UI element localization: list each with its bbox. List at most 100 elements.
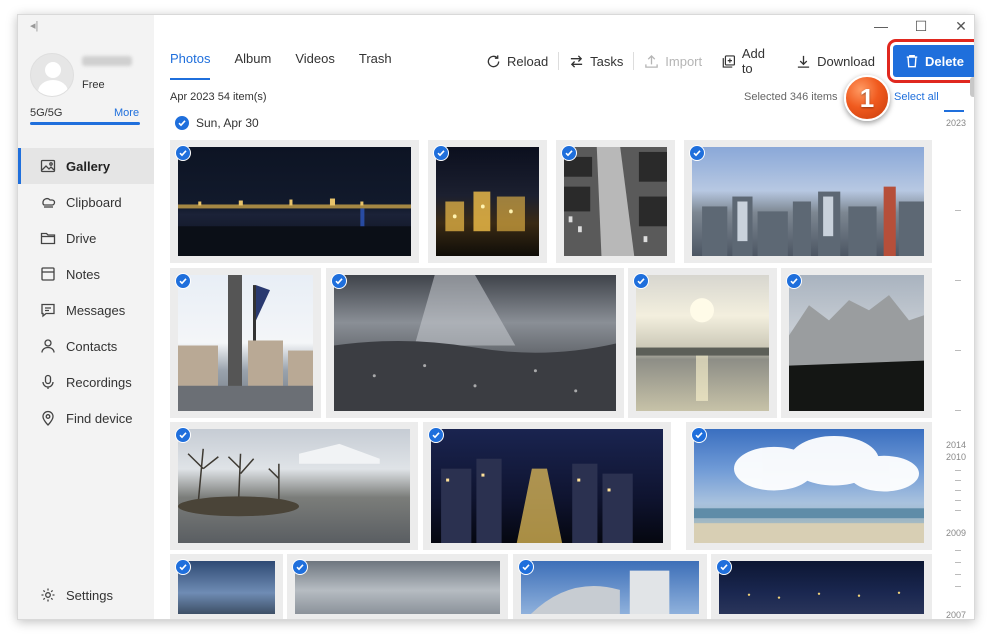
checkmark-icon[interactable] (633, 273, 649, 289)
photo-thumbnail[interactable] (711, 554, 932, 619)
sidebar-nav: Gallery Clipboard Drive Notes Messages C… (18, 148, 154, 436)
plan-label: Free (82, 79, 105, 91)
timeline-tick (955, 500, 961, 501)
checkmark-icon[interactable] (716, 559, 732, 575)
sidebar-item-drive[interactable]: Drive (18, 220, 154, 256)
clipboard-icon (40, 194, 56, 210)
checkmark-icon[interactable] (691, 427, 707, 443)
photo-thumbnail[interactable] (287, 554, 508, 619)
minimize-icon[interactable]: — (874, 19, 888, 33)
close-icon[interactable]: ✕ (954, 19, 968, 33)
selected-count: Selected 346 items (744, 91, 838, 103)
photo-thumbnail[interactable] (686, 422, 932, 550)
message-icon (40, 302, 56, 318)
photo-thumbnail[interactable] (423, 422, 671, 550)
photo-thumbnail[interactable] (326, 268, 624, 418)
timeline-year[interactable]: 2023 (946, 118, 966, 128)
tab-photos[interactable]: Photos (170, 51, 211, 80)
photo-thumbnail[interactable] (170, 268, 321, 418)
sidebar-item-clipboard[interactable]: Clipboard (18, 184, 154, 220)
timeline-cursor[interactable] (944, 110, 964, 112)
collapse-sidebar-icon[interactable]: ◂| (30, 19, 44, 33)
timeline-tick (955, 410, 961, 411)
checkmark-icon[interactable] (174, 115, 190, 131)
sidebar-item-label: Notes (66, 266, 100, 282)
sidebar-item-label: Contacts (66, 338, 118, 354)
timeline-year[interactable]: 2010 (946, 452, 966, 462)
photo-thumbnail[interactable] (628, 268, 777, 418)
photo-thumbnail[interactable] (428, 140, 547, 263)
tab-album[interactable]: Album (234, 51, 271, 80)
sidebar-item-recordings[interactable]: Recordings (18, 364, 154, 400)
tab-trash[interactable]: Trash (359, 51, 392, 80)
reload-label: Reload (507, 53, 549, 69)
add-to-button[interactable]: Add to (712, 46, 786, 76)
checkmark-icon[interactable] (331, 273, 347, 289)
date-group-header[interactable]: Sun, Apr 30 (174, 115, 259, 131)
location-icon (40, 410, 56, 426)
sidebar-item-find-device[interactable]: Find device (18, 400, 154, 436)
sidebar: ◂| Free 5G/5G More Gallery Clipboard Dri… (18, 15, 154, 619)
sidebar-item-notes[interactable]: Notes (18, 256, 154, 292)
checkmark-icon[interactable] (428, 427, 444, 443)
select-all-link[interactable]: Select all (894, 91, 939, 103)
app-window: ◂| Free 5G/5G More Gallery Clipboard Dri… (17, 14, 975, 620)
photo-thumbnail[interactable] (781, 268, 932, 418)
checkmark-icon[interactable] (292, 559, 308, 575)
photo-thumbnail[interactable] (513, 554, 707, 619)
import-button[interactable]: Import (634, 49, 712, 73)
sidebar-item-label: Drive (66, 230, 97, 246)
sidebar-item-gallery[interactable]: Gallery (18, 148, 154, 184)
timeline-scrubber[interactable]: 2023 2014 2010 2009 2007 (944, 110, 974, 619)
photo-thumbnail[interactable] (170, 422, 418, 550)
checkmark-icon[interactable] (689, 145, 705, 161)
photo-thumbnail[interactable] (556, 140, 675, 263)
storage-more-link[interactable]: More (114, 107, 139, 119)
timeline-year[interactable]: 2014 (946, 440, 966, 450)
checkmark-icon[interactable] (433, 145, 449, 161)
checkmark-icon[interactable] (175, 427, 191, 443)
sidebar-item-messages[interactable]: Messages (18, 292, 154, 328)
checkmark-icon[interactable] (175, 273, 191, 289)
delete-button[interactable]: Delete (886, 39, 974, 83)
timeline-tick (955, 280, 961, 281)
storage-bar (30, 122, 140, 125)
avatar[interactable] (30, 53, 74, 97)
tasks-button[interactable]: Tasks (559, 49, 633, 73)
timeline-tick (955, 586, 961, 587)
storage-label: 5G/5G (30, 107, 63, 119)
reload-button[interactable]: Reload (476, 49, 558, 73)
photo-thumbnail[interactable] (684, 140, 932, 263)
sidebar-item-contacts[interactable]: Contacts (18, 328, 154, 364)
add-to-label: Add to (741, 46, 765, 76)
date-group-label: Sun, Apr 30 (196, 116, 259, 130)
photo-thumbnail[interactable] (170, 554, 283, 619)
sidebar-item-settings[interactable]: Settings (18, 581, 154, 609)
import-label: Import (665, 53, 703, 69)
sidebar-item-label: Clipboard (66, 194, 122, 210)
gear-icon (40, 587, 56, 603)
checkmark-icon[interactable] (175, 145, 191, 161)
toolbar: Reload Tasks Import Add to Download Dele… (476, 39, 974, 83)
timeline-year[interactable]: 2007 (946, 610, 966, 619)
step-number-badge: 1 (844, 75, 890, 121)
microphone-icon (40, 374, 56, 390)
content-tabs: Photos Album Videos Trash (170, 51, 392, 80)
timeline-tick (955, 350, 961, 351)
photo-thumbnail[interactable] (170, 140, 419, 263)
scrollbar-thumb[interactable] (970, 77, 974, 97)
download-button[interactable]: Download (786, 49, 885, 73)
maximize-icon[interactable]: ☐ (914, 19, 928, 33)
tab-videos[interactable]: Videos (295, 51, 335, 80)
checkmark-icon[interactable] (561, 145, 577, 161)
timeline-year[interactable]: 2009 (946, 528, 966, 538)
checkmark-icon[interactable] (175, 559, 191, 575)
month-summary: Apr 2023 54 item(s) (170, 91, 267, 103)
sidebar-item-label: Recordings (66, 374, 132, 390)
gallery-icon (40, 158, 56, 174)
checkmark-icon[interactable] (786, 273, 802, 289)
timeline-tick (955, 490, 961, 491)
checkmark-icon[interactable] (518, 559, 534, 575)
download-icon (798, 55, 810, 68)
timeline-tick (955, 562, 961, 563)
